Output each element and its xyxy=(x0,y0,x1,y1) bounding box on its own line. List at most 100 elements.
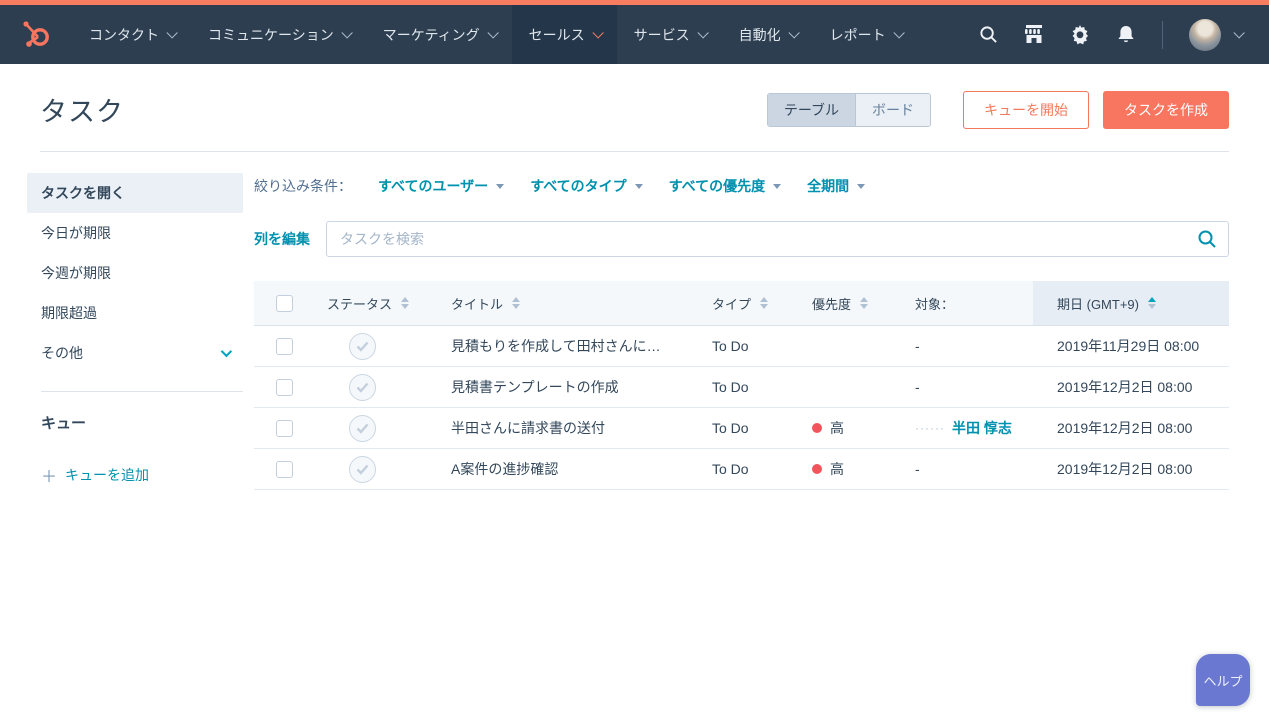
chevron-down-icon xyxy=(592,26,604,39)
sidebar-item-more[interactable]: その他 xyxy=(27,333,243,373)
hubspot-sprocket-icon xyxy=(23,20,49,47)
queue-section-header: キュー xyxy=(41,415,87,432)
header-status[interactable]: ステータス xyxy=(310,281,437,325)
sidebar-item-due-today[interactable]: 今日が期限 xyxy=(27,213,243,253)
header-actions: テーブル ボード キューを開始 タスクを作成 xyxy=(766,90,1229,129)
header-priority[interactable]: 優先度 xyxy=(798,281,898,325)
nav-item-sales[interactable]: セールス xyxy=(511,5,617,64)
user-avatar xyxy=(1189,18,1221,51)
sidebar-item-due-this-week[interactable]: 今週が期限 xyxy=(27,253,243,293)
target-value: - xyxy=(915,461,920,477)
row-checkbox[interactable] xyxy=(276,337,293,355)
target-value: - xyxy=(915,379,920,395)
table-row: 半田さんに請求書の送付 To Do 高 ······ 半田 惇志 2019年12… xyxy=(254,408,1229,449)
sort-arrows-icon[interactable] xyxy=(512,297,521,309)
account-menu[interactable] xyxy=(1189,18,1245,51)
filter-priority-dropdown[interactable]: すべての優先度 xyxy=(668,176,782,196)
help-button[interactable]: ヘルプ xyxy=(1196,654,1250,706)
task-sidebar: タスクを開く 今日が期限 今週が期限 期限超過 その他 キュー ＋ キューを追加 xyxy=(27,173,243,490)
board-view-button[interactable]: ボード xyxy=(856,93,930,126)
row-checkbox[interactable] xyxy=(276,460,293,478)
search-icon[interactable] xyxy=(1197,229,1217,254)
filter-owner-dropdown[interactable]: すべてのユーザー xyxy=(378,176,505,196)
check-icon xyxy=(356,464,369,475)
header-target: 対象： xyxy=(898,281,1033,325)
task-type: To Do xyxy=(712,420,749,436)
task-search xyxy=(326,221,1229,257)
column-label: 優先度 xyxy=(812,296,852,312)
check-icon xyxy=(356,382,369,393)
table-toolbar: 列を編集 xyxy=(254,221,1229,257)
column-label: タイプ xyxy=(712,296,752,312)
filter-daterange-dropdown[interactable]: 全期間 xyxy=(807,176,866,196)
check-icon xyxy=(356,423,369,434)
filter-dropdown-label: すべてのタイプ xyxy=(530,178,627,194)
table-view-button[interactable]: テーブル xyxy=(767,93,856,126)
filter-dropdown-label: すべての優先度 xyxy=(668,178,766,194)
task-title-link[interactable]: 見積もりを作成して田村さんに… xyxy=(451,336,661,356)
filter-bar-label: 絞り込み条件： xyxy=(254,178,352,194)
complete-task-button[interactable] xyxy=(349,414,376,442)
nav-divider xyxy=(1162,20,1163,49)
table-row: A案件の進捗確認 To Do 高 - 2019年12月2日 08:00 xyxy=(254,449,1229,490)
row-checkbox[interactable] xyxy=(276,378,293,396)
hubspot-logo[interactable] xyxy=(0,5,72,64)
create-task-button[interactable]: タスクを作成 xyxy=(1103,90,1229,129)
header-due-date[interactable]: 期日 (GMT+9) xyxy=(1033,281,1229,325)
add-queue-button[interactable]: ＋ キューを追加 xyxy=(27,433,243,487)
nav-item-service[interactable]: サービス xyxy=(617,5,722,64)
task-title-link[interactable]: 見積書テンプレートの作成 xyxy=(451,377,619,397)
header-title[interactable]: タイトル xyxy=(437,281,698,325)
chevron-down-icon xyxy=(341,26,353,39)
notifications-icon[interactable] xyxy=(1116,25,1136,45)
nav-label: マーケティング xyxy=(382,26,480,43)
column-label: タイトル xyxy=(451,296,504,312)
row-checkbox[interactable] xyxy=(276,419,293,437)
settings-icon[interactable] xyxy=(1070,24,1090,45)
sort-arrows-icon[interactable] xyxy=(401,297,410,309)
due-date: 2019年12月2日 08:00 xyxy=(1057,461,1193,477)
marketplace-icon[interactable] xyxy=(1024,25,1044,45)
sort-arrows-icon[interactable] xyxy=(760,297,769,309)
task-table: ステータス タイトル タイプ 優先度 対象： 期日 (GMT+9) 見積もりを作… xyxy=(254,281,1229,490)
nav-item-communications[interactable]: コミュニケーション xyxy=(191,5,366,64)
nav-item-contacts[interactable]: コンタクト xyxy=(72,5,191,64)
nav-item-automation[interactable]: 自動化 xyxy=(722,5,813,64)
nav-label: セールス xyxy=(528,26,585,43)
start-queue-button[interactable]: キューを開始 xyxy=(963,90,1089,129)
sidebar-item-overdue[interactable]: 期限超過 xyxy=(27,293,243,333)
edit-columns-link[interactable]: 列を編集 xyxy=(254,229,310,249)
task-search-input[interactable] xyxy=(326,221,1229,257)
chevron-down-icon xyxy=(788,26,800,39)
nav-item-reports[interactable]: レポート xyxy=(813,5,918,64)
task-panel: 絞り込み条件： すべてのユーザー すべてのタイプ すべての優先度 全期間 列を編… xyxy=(254,173,1229,490)
header-type[interactable]: タイプ xyxy=(698,281,798,325)
sort-arrows-icon[interactable] xyxy=(1147,297,1156,309)
column-label: ステータス xyxy=(327,296,393,312)
sidebar-item-label: その他 xyxy=(41,345,83,361)
target-value: - xyxy=(915,338,920,354)
target-contact-link[interactable]: 半田 惇志 xyxy=(952,418,1012,438)
add-queue-label: キューを追加 xyxy=(65,467,150,483)
sidebar-item-label: タスクを開く xyxy=(41,185,125,201)
complete-task-button[interactable] xyxy=(349,373,376,401)
main-navbar: コンタクト コミュニケーション マーケティング セールス サービス 自動化 レポ… xyxy=(0,5,1269,64)
select-all-checkbox[interactable] xyxy=(276,294,293,312)
sidebar-item-open-tasks[interactable]: タスクを開く xyxy=(27,173,243,213)
complete-task-button[interactable] xyxy=(349,455,376,483)
task-title-link[interactable]: 半田さんに請求書の送付 xyxy=(451,418,605,438)
complete-task-button[interactable] xyxy=(349,332,376,360)
nav-item-marketing[interactable]: マーケティング xyxy=(366,5,512,64)
search-icon[interactable] xyxy=(978,25,998,45)
filter-type-dropdown[interactable]: すべてのタイプ xyxy=(530,176,643,196)
due-date: 2019年12月2日 08:00 xyxy=(1057,379,1193,395)
task-title-link[interactable]: A案件の進捗確認 xyxy=(451,459,558,479)
sidebar-item-label: 今週が期限 xyxy=(41,265,111,281)
chevron-down-icon xyxy=(220,345,233,358)
sort-arrows-icon[interactable] xyxy=(860,297,869,309)
nav-label: 自動化 xyxy=(738,26,781,43)
header-checkbox-cell xyxy=(254,281,310,325)
due-date: 2019年12月2日 08:00 xyxy=(1057,420,1193,436)
task-type: To Do xyxy=(712,379,749,395)
page-body: タスク テーブル ボード キューを開始 タスクを作成 タスクを開く 今日が期限 … xyxy=(0,90,1269,490)
